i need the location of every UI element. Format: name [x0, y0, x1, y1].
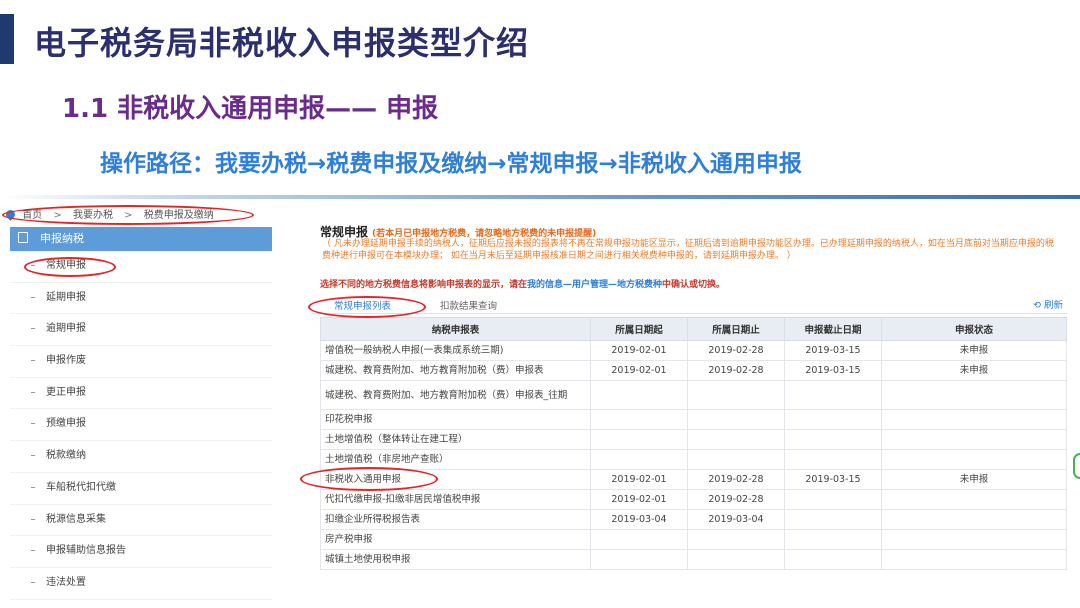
- side-handle[interactable]: [1073, 453, 1080, 479]
- table-row[interactable]: 扣缴企业所得税报告表 2019-03-04 2019-03-04: [320, 509, 1067, 530]
- table-row[interactable]: 土地增值税（非房地产查账）: [320, 449, 1067, 470]
- sidebar-item-vehicle-tax[interactable]: 车船税代扣代缴: [10, 473, 272, 505]
- table-row[interactable]: 城镇土地使用税申报: [320, 549, 1067, 570]
- column-header: 所属日期止: [687, 317, 785, 341]
- bullet-icon: [31, 455, 35, 457]
- column-header: 申报状态: [881, 317, 1067, 341]
- decorative-divider: [0, 195, 1080, 199]
- notice-text: （ 凡未办理延期申报手续的纳税人，征期后应报未报的报表将不再在常规申报功能区显示…: [322, 239, 1054, 261]
- form-name-cell[interactable]: 印花税申报: [320, 409, 591, 430]
- table-row[interactable]: 城建税、教育费附加、地方教育附加税（费）申报表_往期: [320, 380, 1067, 410]
- user-info-link[interactable]: 我的信息—用户管理—地方税费种: [527, 280, 662, 290]
- breadcrumb-separator: >: [124, 210, 133, 221]
- home-icon[interactable]: [4, 208, 17, 221]
- main-panel: 常规申报 (若本月已申报地方税费，请忽略地方税费的未申报提醒) （ 凡未办理延期申…: [312, 223, 1072, 608]
- form-name-cell[interactable]: 增值税一般纳税人申报(一表集成系统三期): [320, 340, 591, 361]
- sidebar-item-correct-declaration[interactable]: 更正申报: [10, 378, 272, 410]
- sidebar-item-tax-payment[interactable]: 税款缴纳: [10, 441, 272, 473]
- table-row[interactable]: 非税收入通用申报 2019-02-01 2019-02-28 2019-03-15 未申…: [320, 469, 1067, 490]
- sidebar-item-tax-source[interactable]: 税源信息采集: [10, 505, 272, 537]
- table-row[interactable]: 增值税一般纳税人申报(一表集成系统三期) 2019-02-01 2019-02-28…: [320, 340, 1067, 361]
- sidebar-item-regular-declaration[interactable]: 常规申报: [10, 251, 272, 283]
- bullet-icon: [31, 423, 35, 425]
- column-header: 所属日期起: [590, 317, 688, 341]
- form-name-cell[interactable]: 非税收入通用申报: [320, 469, 591, 490]
- table-row[interactable]: 房产税申报: [320, 529, 1067, 550]
- declaration-table: 纳税申报表 所属日期起 所属日期止 申报截止日期 申报状态 增值税一般纳税人申报…: [320, 317, 1067, 570]
- table-row[interactable]: 印花税申报: [320, 409, 1067, 430]
- bullet-icon: [31, 550, 35, 552]
- sidebar-item-deferred-declaration[interactable]: 延期申报: [10, 283, 272, 315]
- refresh-button[interactable]: ⟲ 刷新: [1033, 297, 1063, 311]
- bullet-icon: [31, 391, 35, 393]
- form-name-cell[interactable]: 城建税、教育费附加、地方教育附加税（费）申报表_往期: [320, 380, 591, 410]
- bullet-icon: [31, 581, 35, 583]
- embedded-screenshot: 首页 > 我要办税 > 税费申报及缴纳 申报纳税 常规申报 延期申报 逾期申报 …: [0, 201, 1080, 608]
- sidebar-header[interactable]: 申报纳税: [10, 227, 272, 251]
- bullet-icon: [31, 296, 35, 298]
- column-header: 申报截止日期: [784, 317, 882, 341]
- sidebar-item-auxiliary-report[interactable]: 申报辅助信息报告: [10, 536, 272, 568]
- bullet-icon: [31, 486, 35, 488]
- slide-subtitle: 1.1 非税收入通用申报—— 申报: [62, 94, 439, 124]
- tab-regular-list[interactable]: 常规申报列表: [334, 298, 391, 312]
- bullet-icon: [31, 360, 35, 362]
- table-header-row: 纳税申报表 所属日期起 所属日期止 申报截止日期 申报状态: [320, 317, 1067, 341]
- table-row[interactable]: 代扣代缴申报-扣缴非居民增值税申报 2019-02-01 2019-02-28: [320, 489, 1067, 510]
- document-icon: [18, 232, 28, 243]
- sidebar-item-void-declaration[interactable]: 申报作废: [10, 346, 272, 378]
- breadcrumb-level2[interactable]: 税费申报及缴纳: [144, 210, 214, 221]
- form-name-cell[interactable]: 扣缴企业所得税报告表: [320, 509, 591, 530]
- breadcrumb-separator: >: [53, 210, 62, 221]
- form-name-cell[interactable]: 土地增值税（整体转让在建工程）: [320, 429, 591, 450]
- breadcrumb-home[interactable]: 首页: [22, 210, 42, 221]
- form-name-cell[interactable]: 城建税、教育费附加、地方教育附加税（费）申报表: [320, 360, 591, 381]
- bullet-icon: [31, 328, 35, 330]
- operation-path: 操作路径：我要办税→税费申报及缴纳→常规申报→非税收入通用申报: [100, 151, 802, 177]
- warning-text: 选择不同的地方税费信息将影响申报表的显示，请在我的信息—用户管理—地方税费种中确…: [320, 280, 726, 290]
- form-name-cell[interactable]: 土地增值税（非房地产查账）: [320, 449, 591, 470]
- sidebar: 申报纳税 常规申报 延期申报 逾期申报 申报作废 更正申报 预缴申报 税款缴纳 …: [10, 227, 272, 608]
- bullet-icon: [31, 265, 35, 266]
- table-row[interactable]: 城建税、教育费附加、地方教育附加税（费）申报表 2019-02-01 2019-02…: [320, 360, 1067, 381]
- column-header: 纳税申报表: [320, 317, 591, 341]
- form-name-cell[interactable]: 代扣代缴申报-扣缴非居民增值税申报: [320, 489, 591, 510]
- sidebar-item-violation[interactable]: 违法处置: [10, 568, 272, 600]
- title-accent-bar: [0, 14, 14, 64]
- breadcrumb-level1[interactable]: 我要办税: [73, 210, 113, 221]
- bullet-icon: [31, 518, 35, 520]
- sidebar-item-prepay-declaration[interactable]: 预缴申报: [10, 409, 272, 442]
- table-row[interactable]: 土地增值税（整体转让在建工程）: [320, 429, 1067, 450]
- tab-deduction-query[interactable]: 扣款结果查询: [440, 298, 497, 312]
- sidebar-item-overdue-declaration[interactable]: 逾期申报: [10, 314, 272, 347]
- breadcrumb: 首页 > 我要办税 > 税费申报及缴纳: [4, 206, 214, 221]
- slide-title: 电子税务局非税收入申报类型介绍: [34, 24, 530, 62]
- form-name-cell[interactable]: 城镇土地使用税申报: [320, 549, 591, 570]
- form-name-cell[interactable]: 房产税申报: [320, 529, 591, 550]
- tab-bar: 常规申报列表 扣款结果查询 ⟲ 刷新: [312, 295, 1067, 314]
- refresh-icon: ⟲: [1033, 300, 1044, 311]
